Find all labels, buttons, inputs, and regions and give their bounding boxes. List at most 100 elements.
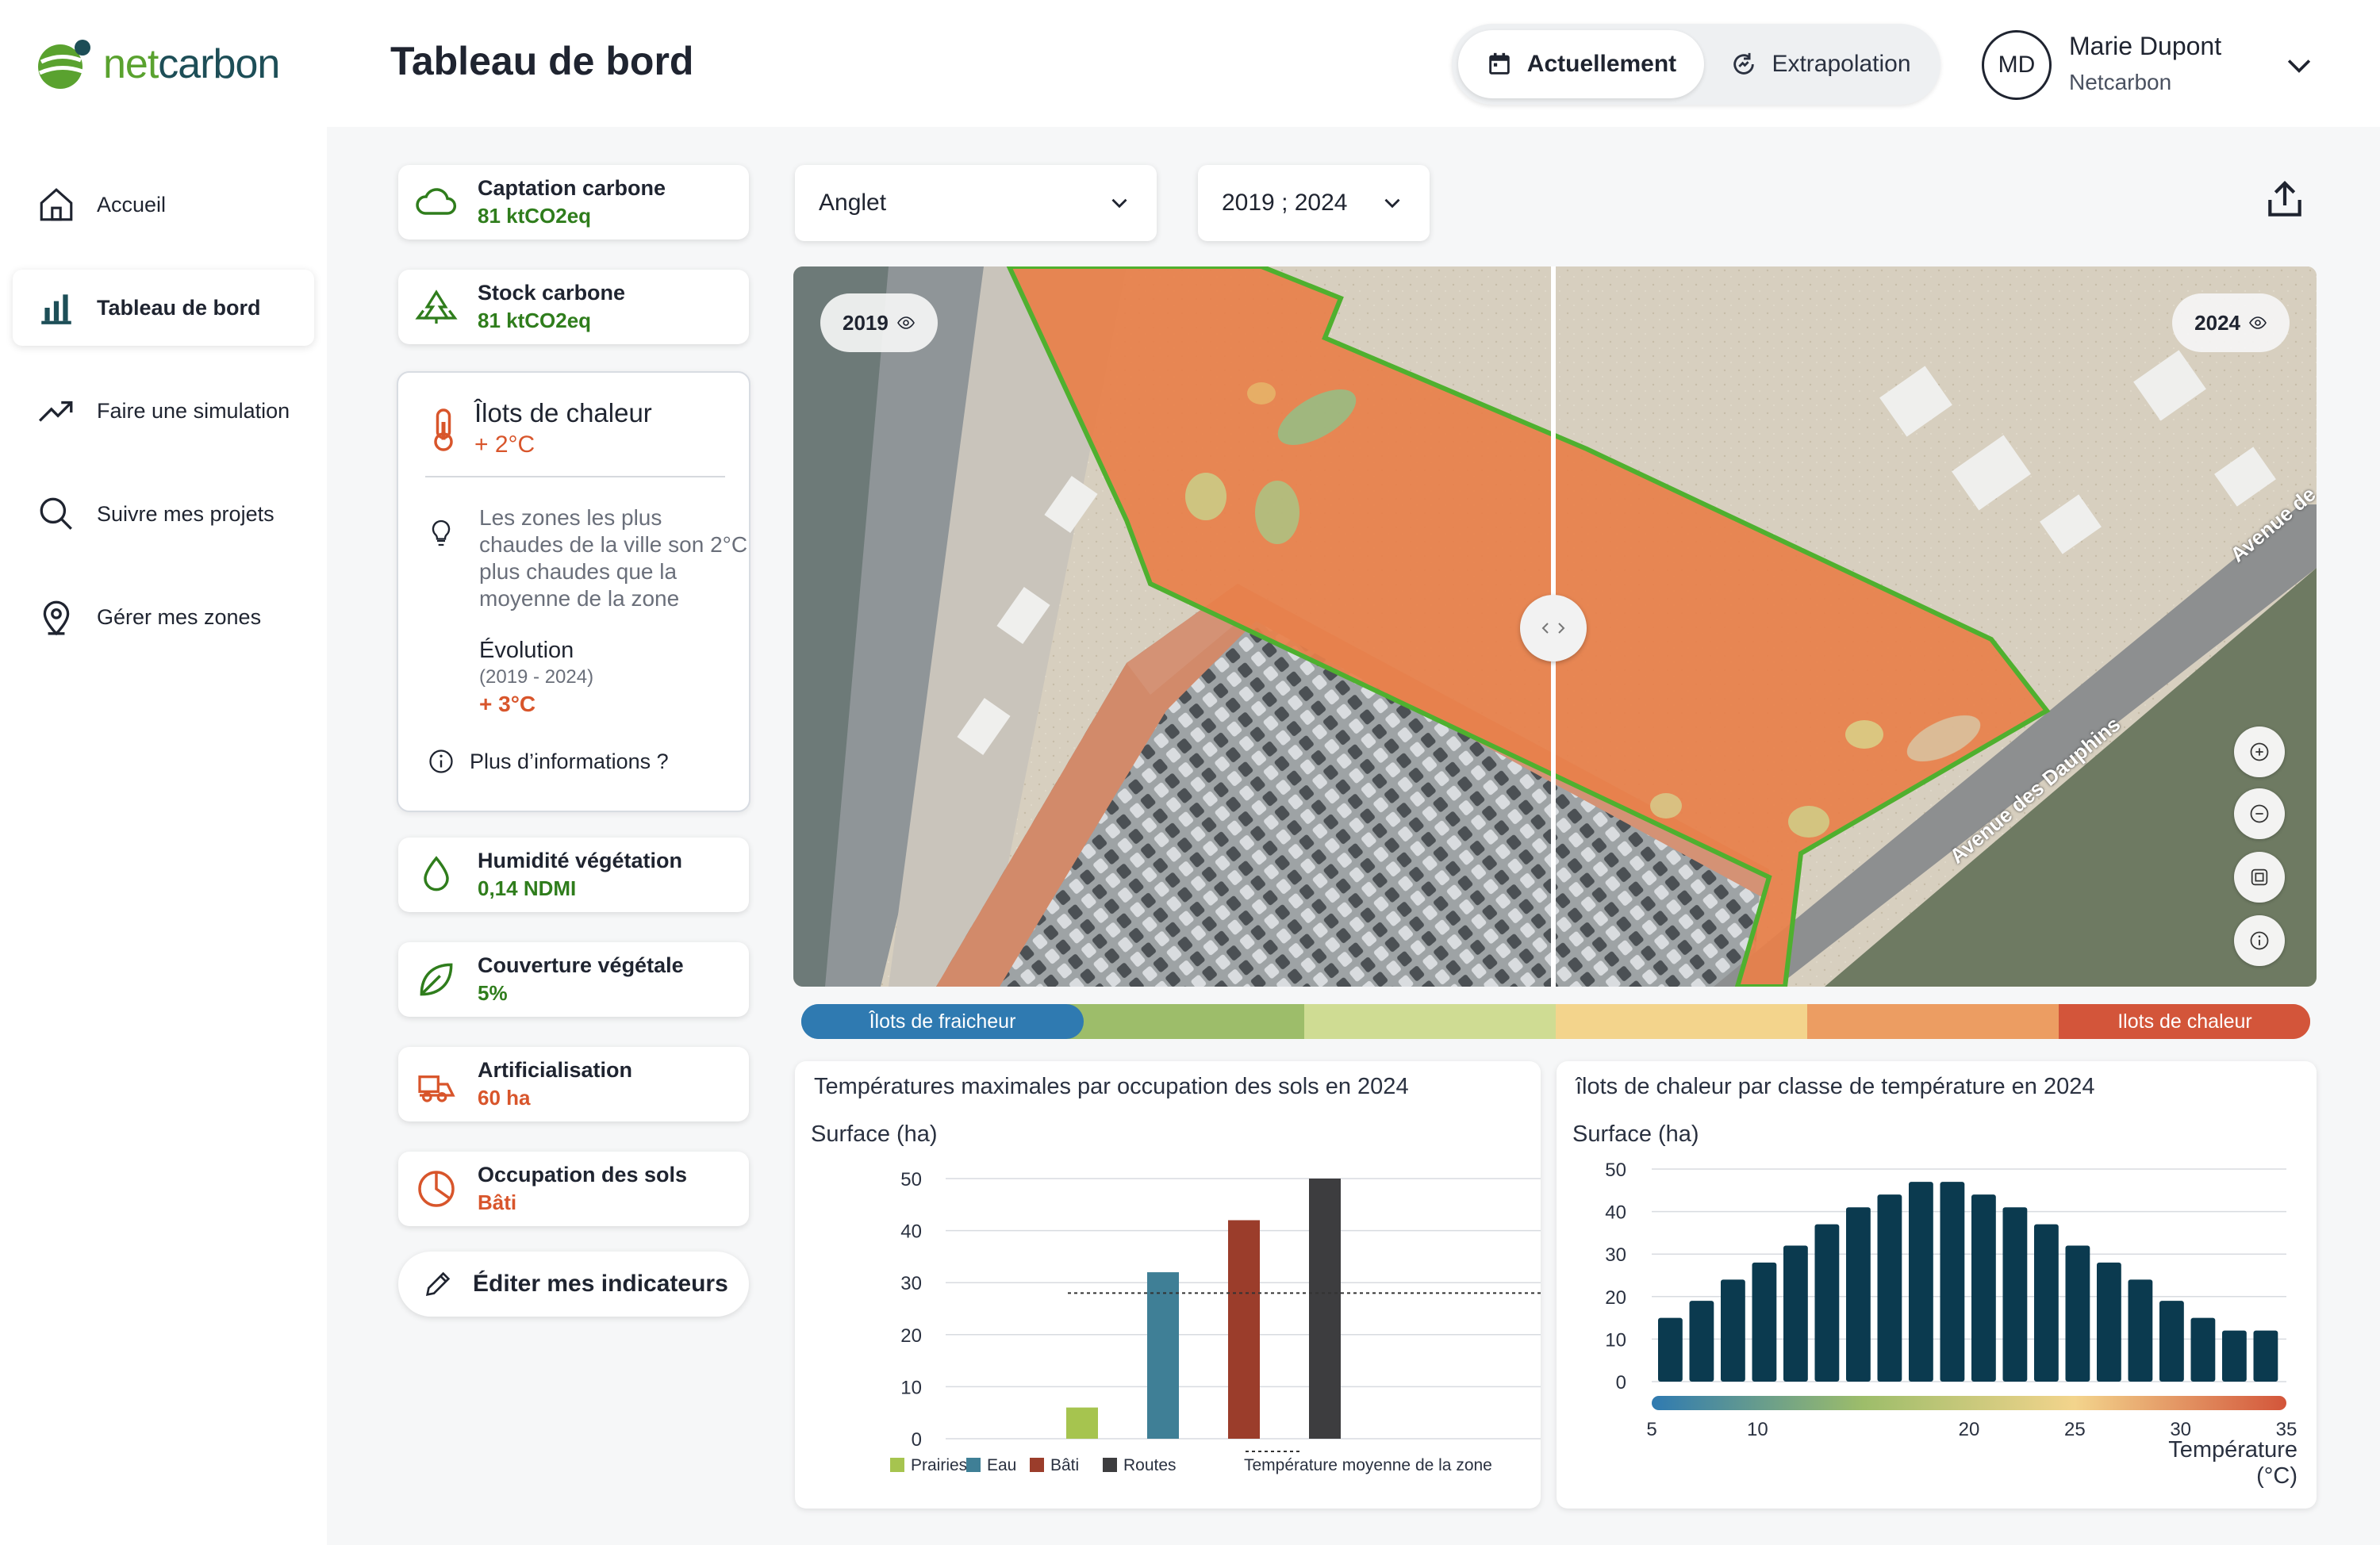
zoom-out-button[interactable] <box>2234 788 2285 839</box>
y-tick-label: 40 <box>900 1221 922 1243</box>
legend-hot-label: Ilots de chaleur <box>2059 1004 2310 1039</box>
y-tick-label: 40 <box>1605 1202 1626 1224</box>
bulldozer-icon <box>418 1075 455 1102</box>
card-value: 81 ktCO2eq <box>478 309 592 332</box>
card-stock[interactable]: Stock carbone 81 ktCO2eq <box>398 270 749 344</box>
legend-label: Prairies <box>911 1456 967 1474</box>
calendar-icon <box>1489 52 1510 75</box>
legend-segment <box>1556 1004 1807 1039</box>
logo-globe-icon <box>38 40 90 89</box>
bar-prairies <box>1066 1407 1098 1439</box>
pencil-icon <box>425 1271 451 1297</box>
bar <box>2222 1330 2247 1382</box>
chevron-down-icon <box>1111 198 1127 209</box>
card-artificialisation[interactable]: Artificialisation 60 ha <box>398 1047 749 1121</box>
bar <box>1909 1182 1933 1382</box>
chart-land-use: 0 10 20 30 40 50 Prairies Eau Bâti Routes Températ… <box>890 1169 1541 1474</box>
sidebar-item-accueil[interactable]: Accueil <box>13 167 314 243</box>
legend-swatch <box>890 1458 904 1472</box>
card-title: Occupation des sols <box>478 1163 688 1187</box>
user-name: Marie Dupont <box>2069 32 2222 60</box>
chevron-down-icon[interactable] <box>2282 48 2317 82</box>
share-icon[interactable] <box>2263 176 2307 224</box>
eye-icon <box>896 316 915 329</box>
edit-indicators-button[interactable]: Éditer mes indicateurs <box>398 1252 749 1317</box>
city-select-value: Anglet <box>819 190 887 216</box>
netcarbon-logo[interactable]: netcarbon <box>36 36 306 92</box>
legend-segment <box>1304 1004 1556 1039</box>
info-icon <box>429 749 453 773</box>
x-tick-label: 25 <box>2064 1419 2086 1440</box>
info-icon <box>2250 931 2269 950</box>
y-tick-label: 0 <box>1616 1372 1626 1394</box>
badge-year-label: 2024 <box>2194 310 2240 335</box>
card-title: Captation carbone <box>478 176 666 200</box>
more-info-link[interactable]: Plus d’informations ? <box>427 747 669 776</box>
chart-xlabel-line: Température <box>2168 1437 2297 1463</box>
sidebar-item-simulation[interactable]: Faire une simulation <box>13 373 314 449</box>
years-select[interactable]: 2019 ; 2024 <box>1198 165 1430 241</box>
chart-xlabel: Température (°C) <box>2168 1437 2297 1489</box>
chart-xlabel-line: (°C) <box>2256 1463 2297 1489</box>
leaf-icon <box>420 963 453 996</box>
sidebar-item-zones[interactable]: Gérer mes zones <box>13 579 314 655</box>
page-title: Tableau de bord <box>390 39 694 83</box>
sidebar-item-label: Accueil <box>97 192 167 217</box>
fullscreen-button[interactable] <box>2234 852 2285 903</box>
chevron-down-icon <box>1384 198 1400 209</box>
zoom-out-icon <box>2250 804 2269 823</box>
mode-toggle: Actuellement Extrapolation <box>1452 24 1940 105</box>
card-heat-islands[interactable]: Îlots de chaleur + 2°C Les zones les plu… <box>397 371 750 812</box>
mode-extrapolation-button[interactable]: Extrapolation <box>1714 30 1928 98</box>
card-land-use[interactable]: Occupation des sols Bâti <box>398 1152 749 1226</box>
card-title: Îlots de chaleur <box>474 398 652 427</box>
lightbulb-icon <box>432 519 451 546</box>
card-value: 81 ktCO2eq <box>478 204 592 228</box>
card-vegetation[interactable]: Couverture végétale 5% <box>398 942 749 1017</box>
sidebar-item-label: Gérer mes zones <box>97 604 262 629</box>
legend-segment <box>1807 1004 2059 1039</box>
bar <box>2190 1317 2216 1382</box>
bar <box>1971 1194 1996 1382</box>
bar <box>2002 1207 2028 1382</box>
evolution-label: Évolution <box>479 638 574 663</box>
card-value: 0,14 NDMI <box>478 876 577 900</box>
temperature-colorbar <box>1652 1396 2286 1410</box>
card-value: 60 ha <box>478 1086 531 1110</box>
eye-icon <box>2249 316 2267 329</box>
card-humidity[interactable]: Humidité végétation 0,14 NDMI <box>398 838 749 912</box>
avatar[interactable]: MD <box>1982 30 2052 100</box>
map-view[interactable]: 2019 2024 Avenue des Dauphins Avenue de <box>793 266 2317 987</box>
bar-routes <box>1309 1179 1341 1439</box>
more-info-label: Plus d’informations ? <box>470 749 669 773</box>
bar <box>2128 1279 2153 1382</box>
sidebar-item-label: Tableau de bord <box>97 295 261 320</box>
bar <box>1658 1317 1683 1382</box>
sidebar-item-projets[interactable]: Suivre mes projets <box>13 476 314 552</box>
bar <box>1783 1245 1808 1382</box>
y-tick-label: 50 <box>900 1169 922 1190</box>
map-badge-left[interactable]: 2019 <box>820 293 938 352</box>
bar <box>2065 1245 2090 1382</box>
card-title: Artificialisation <box>478 1058 633 1082</box>
mode-now-button[interactable]: Actuellement <box>1458 30 1704 98</box>
chart-panel-heat-classes: îlots de chaleur par classe de températu… <box>1557 1061 2317 1509</box>
map-badge-right[interactable]: 2024 <box>2172 293 2290 352</box>
card-captation[interactable]: Captation carbone 81 ktCO2eq <box>398 165 749 240</box>
legend-swatch <box>966 1458 981 1472</box>
map-info-button[interactable] <box>2234 915 2285 966</box>
y-tick-label: 20 <box>900 1325 922 1347</box>
y-tick-label: 50 <box>1605 1160 1626 1181</box>
evolution-value: + 3°C <box>479 692 536 716</box>
city-select[interactable]: Anglet <box>795 165 1157 241</box>
sidebar-item-tableau-de-bord[interactable]: Tableau de bord <box>13 270 314 346</box>
zoom-in-button[interactable] <box>2234 726 2285 777</box>
pie-chart-icon <box>418 1171 455 1207</box>
legend-label: Température moyenne de la zone <box>1244 1456 1492 1474</box>
legend-label: Bâti <box>1050 1456 1079 1474</box>
chevron-left-right-icon <box>1541 623 1565 634</box>
card-value: 5% <box>478 981 508 1005</box>
trend-icon <box>38 401 73 422</box>
edit-indicators-label: Éditer mes indicateurs <box>473 1271 728 1297</box>
compare-split-handle[interactable] <box>1520 595 1587 661</box>
